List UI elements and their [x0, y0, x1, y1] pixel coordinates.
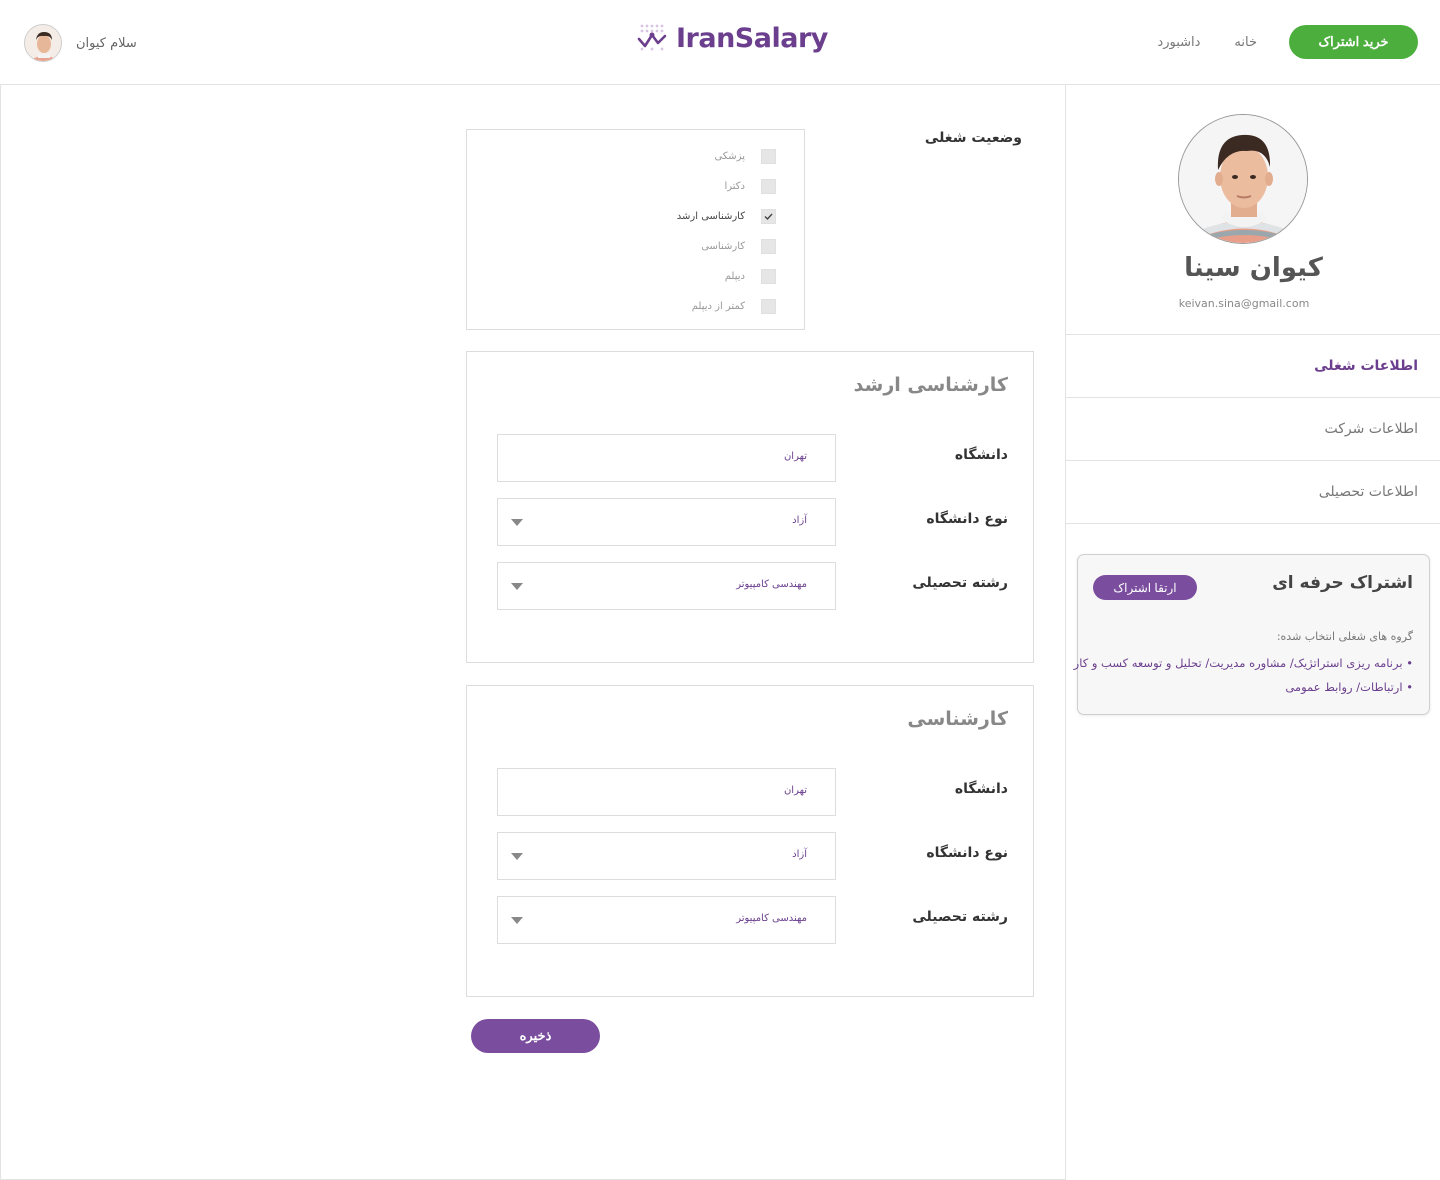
- major-label: رشته تحصیلی: [912, 909, 1008, 925]
- checkbox-label: دیپلم: [724, 271, 745, 282]
- university-label: دانشگاه: [954, 781, 1008, 797]
- chevron-down-icon: [511, 519, 523, 526]
- buy-subscription-button[interactable]: خرید اشتراک: [1289, 25, 1418, 59]
- divider: [1066, 460, 1440, 461]
- subscription-card: اشتراک حرفه ای ارتقا اشتراک گروه های شغل…: [1073, 554, 1430, 715]
- university-value: تهران: [783, 451, 807, 462]
- checkbox[interactable]: [761, 179, 776, 194]
- avatar[interactable]: [24, 24, 62, 62]
- subscription-title: اشتراک حرفه ای: [1272, 573, 1413, 593]
- logo-chart-icon: [637, 24, 667, 51]
- nav-dashboard-link[interactable]: داشبورد: [1157, 35, 1200, 50]
- checkbox-option[interactable]: کارشناسی: [701, 239, 776, 254]
- sidebar-item-job-info[interactable]: اطلاعات شغلی: [1314, 358, 1418, 374]
- checkbox-label: پزشکی: [714, 151, 745, 162]
- checkbox-label: کارشناسی: [701, 241, 745, 252]
- iransalary-logo[interactable]: IranSalary: [636, 22, 828, 54]
- university-type-select[interactable]: آزاد: [497, 498, 836, 546]
- chevron-down-icon: [511, 853, 523, 860]
- checkbox[interactable]: [761, 149, 776, 164]
- checkmark-icon: [764, 213, 773, 221]
- nav-home-link[interactable]: خانه: [1234, 35, 1257, 50]
- profile-sidebar: کیوان سینا keivan.sina@gmail.com اطلاعات…: [1065, 85, 1440, 1180]
- job-group-item: • برنامه ریزی استراتژیک/ مشاوره مدیریت/ …: [1073, 656, 1413, 670]
- greeting-text: سلام کیوان: [76, 35, 137, 51]
- checkbox[interactable]: [761, 239, 776, 254]
- job-group-item: • ارتباطات/ روابط عمومی: [1285, 680, 1413, 694]
- main-nav: خرید اشتراک خانه داشبورد: [1123, 25, 1418, 59]
- divider: [1066, 397, 1440, 398]
- university-type-label: نوع دانشگاه: [926, 511, 1008, 527]
- profile-name: کیوان سینا: [1184, 253, 1323, 283]
- checkbox-option[interactable]: دیپلم: [725, 269, 776, 284]
- checkbox-label: کارشناسی ارشد: [676, 211, 745, 222]
- checkbox-option[interactable]: کارشناسی ارشد: [677, 209, 776, 224]
- education-section-bachelors: کارشناسی دانشگاه تهران نوع دانشگاه آزاد …: [466, 685, 1034, 997]
- university-value: تهران: [783, 785, 807, 796]
- university-type-select[interactable]: آزاد: [497, 832, 836, 880]
- major-value: مهندسی کامپیوتر: [736, 913, 807, 924]
- checkbox-option[interactable]: پزشکی: [714, 149, 776, 164]
- job-status-checklist: پزشکی دکترا کارشناسی ارشد کارشناسی دیپلم…: [466, 129, 805, 330]
- top-header: سلام کیوان IranSalary خرید اشتراک خانه د…: [0, 0, 1440, 85]
- profile-photo: [1178, 114, 1308, 244]
- profile-email: keivan.sina@gmail.com: [1178, 297, 1310, 310]
- university-type-label: نوع دانشگاه: [926, 845, 1008, 861]
- checkbox-option[interactable]: کمتر از دیپلم: [692, 299, 776, 314]
- chevron-down-icon: [511, 917, 523, 924]
- save-button[interactable]: ذخیره: [471, 1019, 600, 1053]
- upgrade-subscription-button[interactable]: ارتقا اشتراک: [1093, 575, 1197, 600]
- user-menu[interactable]: سلام کیوان: [24, 24, 137, 62]
- logo-text: IranSalary: [676, 22, 828, 54]
- sidebar-item-company-info[interactable]: اطلاعات شرکت: [1324, 421, 1418, 437]
- education-section-masters: کارشناسی ارشد دانشگاه تهران نوع دانشگاه …: [466, 351, 1034, 663]
- divider: [1066, 523, 1440, 524]
- university-input[interactable]: تهران: [497, 768, 836, 816]
- checkbox-checked[interactable]: [761, 209, 776, 224]
- university-type-value: آزاد: [792, 515, 807, 526]
- sidebar-item-education-info[interactable]: اطلاعات تحصیلی: [1319, 484, 1418, 500]
- chevron-down-icon: [511, 583, 523, 590]
- job-status-label: وضعیت شغلی: [924, 130, 1022, 146]
- checkbox-option[interactable]: دکترا: [724, 179, 776, 194]
- checkbox[interactable]: [761, 299, 776, 314]
- major-label: رشته تحصیلی: [912, 575, 1008, 591]
- divider: [1066, 334, 1440, 335]
- major-value: مهندسی کامپیوتر: [736, 579, 807, 590]
- major-select[interactable]: مهندسی کامپیوتر: [497, 562, 836, 610]
- subscription-subtitle: گروه های شغلی انتخاب شده:: [1276, 630, 1413, 643]
- section-title: کارشناسی: [907, 708, 1008, 730]
- major-select[interactable]: مهندسی کامپیوتر: [497, 896, 836, 944]
- university-type-value: آزاد: [792, 849, 807, 860]
- checkbox[interactable]: [761, 269, 776, 284]
- university-label: دانشگاه: [954, 447, 1008, 463]
- section-title: کارشناسی ارشد: [853, 374, 1008, 396]
- checkbox-label: کمتر از دیپلم: [691, 301, 745, 312]
- checkbox-label: دکترا: [724, 181, 745, 192]
- university-input[interactable]: تهران: [497, 434, 836, 482]
